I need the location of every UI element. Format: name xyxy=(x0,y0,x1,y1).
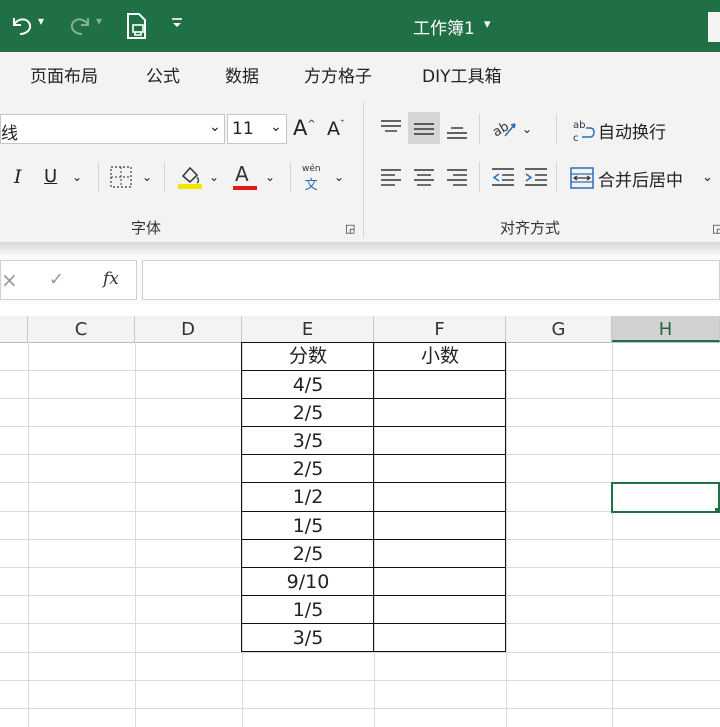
column-header-d[interactable]: D xyxy=(135,316,242,342)
tab-fangfang-gezi[interactable]: 方方格子 xyxy=(304,62,372,87)
increase-indent-icon[interactable] xyxy=(524,166,548,192)
font-name-value: 线 xyxy=(1,124,18,144)
cell-fraction[interactable]: 2/5 xyxy=(242,399,374,427)
font-dialog-launcher-icon[interactable]: ◲ xyxy=(345,222,355,235)
print-preview-icon[interactable] xyxy=(124,12,150,44)
cell-fraction[interactable]: 3/5 xyxy=(242,427,374,455)
cell-e-header[interactable]: 分数 xyxy=(242,342,374,370)
formula-buttons: × ✓ fx xyxy=(0,260,137,300)
customize-icon[interactable] xyxy=(170,14,184,36)
undo-icon[interactable] xyxy=(8,12,36,42)
ribbon: 线 ⌄ 11 ⌄ A^ Aˇ I U ⌄ ⌄ ⌄ A ⌄ wén 文 ⌄ 字体 … xyxy=(0,96,720,242)
font-size-combobox[interactable]: 11 ⌄ xyxy=(227,114,287,144)
chevron-down-icon[interactable]: ⌄ xyxy=(209,119,221,135)
align-center-icon[interactable] xyxy=(413,166,435,192)
phonetic-guide-icon[interactable]: wén 文 xyxy=(302,164,321,193)
formula-input[interactable] xyxy=(142,260,720,300)
column-header-h[interactable]: H xyxy=(612,316,720,342)
title-bar: ▾ ▾ 工作簿1 ▾ xyxy=(0,0,720,52)
insert-function-icon[interactable]: fx xyxy=(103,269,119,289)
column-header-e[interactable]: E xyxy=(242,316,374,342)
grow-font-button[interactable]: A^ xyxy=(293,116,316,140)
chevron-down-icon[interactable]: ⌄ xyxy=(270,119,282,135)
decrease-indent-icon[interactable] xyxy=(491,166,515,192)
column-header-b[interactable] xyxy=(0,316,28,342)
ribbon-shadow xyxy=(0,242,720,256)
fill-color-dropdown-icon[interactable]: ⌄ xyxy=(209,170,219,184)
enter-icon[interactable]: ✓ xyxy=(49,269,64,290)
font-color-swatch xyxy=(233,186,257,190)
italic-button[interactable]: I xyxy=(14,166,22,188)
cell-fraction[interactable]: 4/5 xyxy=(242,371,374,399)
svg-text:ab: ab xyxy=(573,120,585,131)
shrink-font-button[interactable]: Aˇ xyxy=(327,118,345,140)
borders-dropdown-icon[interactable]: ⌄ xyxy=(142,170,152,184)
svg-text:ab: ab xyxy=(491,119,512,140)
column-header-f[interactable]: F xyxy=(374,316,506,342)
align-left-icon[interactable] xyxy=(380,166,402,192)
title-chevron-icon[interactable]: ▾ xyxy=(484,17,491,32)
merge-dropdown-icon[interactable]: ⌄ xyxy=(702,170,713,185)
cell-fraction[interactable]: 3/5 xyxy=(242,624,374,652)
font-color-dropdown-icon[interactable]: ⌄ xyxy=(265,170,275,184)
align-right-icon[interactable] xyxy=(446,166,468,192)
workbook-title: 工作簿1 xyxy=(413,19,475,39)
tab-data[interactable]: 数据 xyxy=(225,62,259,87)
active-cell-selection[interactable] xyxy=(611,482,720,513)
tab-diy-toolbox[interactable]: DIY工具箱 xyxy=(422,62,502,87)
cell-fraction[interactable]: 1/5 xyxy=(242,596,374,624)
underline-button[interactable]: U xyxy=(44,166,57,187)
align-middle-button[interactable] xyxy=(408,112,440,144)
cell-fraction[interactable]: 9/10 xyxy=(242,568,374,596)
redo-dropdown-icon[interactable]: ▾ xyxy=(96,14,102,28)
phonetic-dropdown-icon[interactable]: ⌄ xyxy=(334,170,344,184)
column-header-c[interactable]: C xyxy=(28,316,135,342)
fill-color-icon[interactable] xyxy=(177,162,203,194)
column-headers: C D E F G H xyxy=(0,316,720,343)
align-top-icon[interactable] xyxy=(380,118,402,142)
ribbon-tabs: 页面布局 公式 数据 方方格子 DIY工具箱 xyxy=(0,52,720,96)
tab-formulas[interactable]: 公式 xyxy=(146,62,180,87)
formula-bar: × ✓ fx xyxy=(0,256,720,304)
align-bottom-icon[interactable] xyxy=(446,120,468,146)
cell-fraction[interactable]: 2/5 xyxy=(242,540,374,568)
group-label-alignment: 对齐方式 xyxy=(500,219,561,237)
cell-fraction[interactable]: 1/5 xyxy=(242,512,374,540)
group-label-font: 字体 xyxy=(131,219,162,237)
undo-dropdown-icon[interactable]: ▾ xyxy=(38,14,44,28)
cell-fraction[interactable]: 2/5 xyxy=(242,455,374,483)
tab-page-layout[interactable]: 页面布局 xyxy=(30,62,98,87)
orientation-dropdown-icon[interactable]: ⌄ xyxy=(522,122,532,136)
borders-icon[interactable] xyxy=(109,165,133,193)
underline-dropdown-icon[interactable]: ⌄ xyxy=(72,170,82,184)
cell-fraction[interactable]: 1/2 xyxy=(242,483,374,511)
font-size-value: 11 xyxy=(232,119,254,139)
cell-f-header[interactable]: 小数 xyxy=(374,342,506,370)
column-header-g[interactable]: G xyxy=(506,316,612,342)
cancel-icon[interactable]: × xyxy=(1,268,18,292)
alignment-dialog-launcher-icon[interactable]: ◲ xyxy=(712,222,720,235)
fill-handle[interactable] xyxy=(715,508,720,513)
account-button[interactable] xyxy=(708,12,720,42)
font-name-combobox[interactable]: 线 ⌄ xyxy=(0,114,225,144)
worksheet-grid[interactable]: 分数 小数 4/5 2/5 3/5 2/5 1/2 1/5 2/5 9/10 1… xyxy=(0,342,720,727)
redo-icon[interactable] xyxy=(66,12,94,42)
svg-text:c: c xyxy=(573,133,579,144)
orientation-icon[interactable]: ab xyxy=(490,116,519,144)
